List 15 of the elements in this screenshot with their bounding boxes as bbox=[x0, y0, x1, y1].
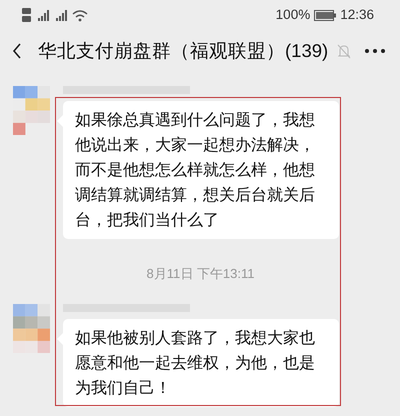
more-icon[interactable] bbox=[364, 48, 386, 54]
pixelated-avatar bbox=[13, 86, 50, 135]
battery-icon bbox=[314, 10, 336, 20]
pixelated-avatar bbox=[13, 304, 50, 352]
signal-icon bbox=[36, 9, 50, 21]
wifi-icon bbox=[72, 8, 88, 22]
message-bubble: 如果徐总真遇到什么问题了，我想他说出来，大家一起想办法解决，而不是他想怎么样就怎么样，他想调结算就调结算，想关后台就关后台，把我们当什么了 bbox=[63, 101, 339, 239]
chat-title: 华北支付崩盘群（福观联盟）(139) bbox=[38, 39, 328, 64]
hd-icon bbox=[22, 8, 32, 22]
status-time: 12:36 bbox=[340, 6, 374, 24]
message-bubble: 如果他被别人套路了，我想大家也愿意和他一起去维权，为他，也是为我们自己！ bbox=[63, 318, 339, 406]
battery-percent: 100% bbox=[276, 6, 310, 24]
message-timestamp: 8月11日 下午13:11 bbox=[146, 265, 256, 283]
signal-icon bbox=[54, 9, 68, 21]
back-icon[interactable] bbox=[12, 43, 22, 59]
